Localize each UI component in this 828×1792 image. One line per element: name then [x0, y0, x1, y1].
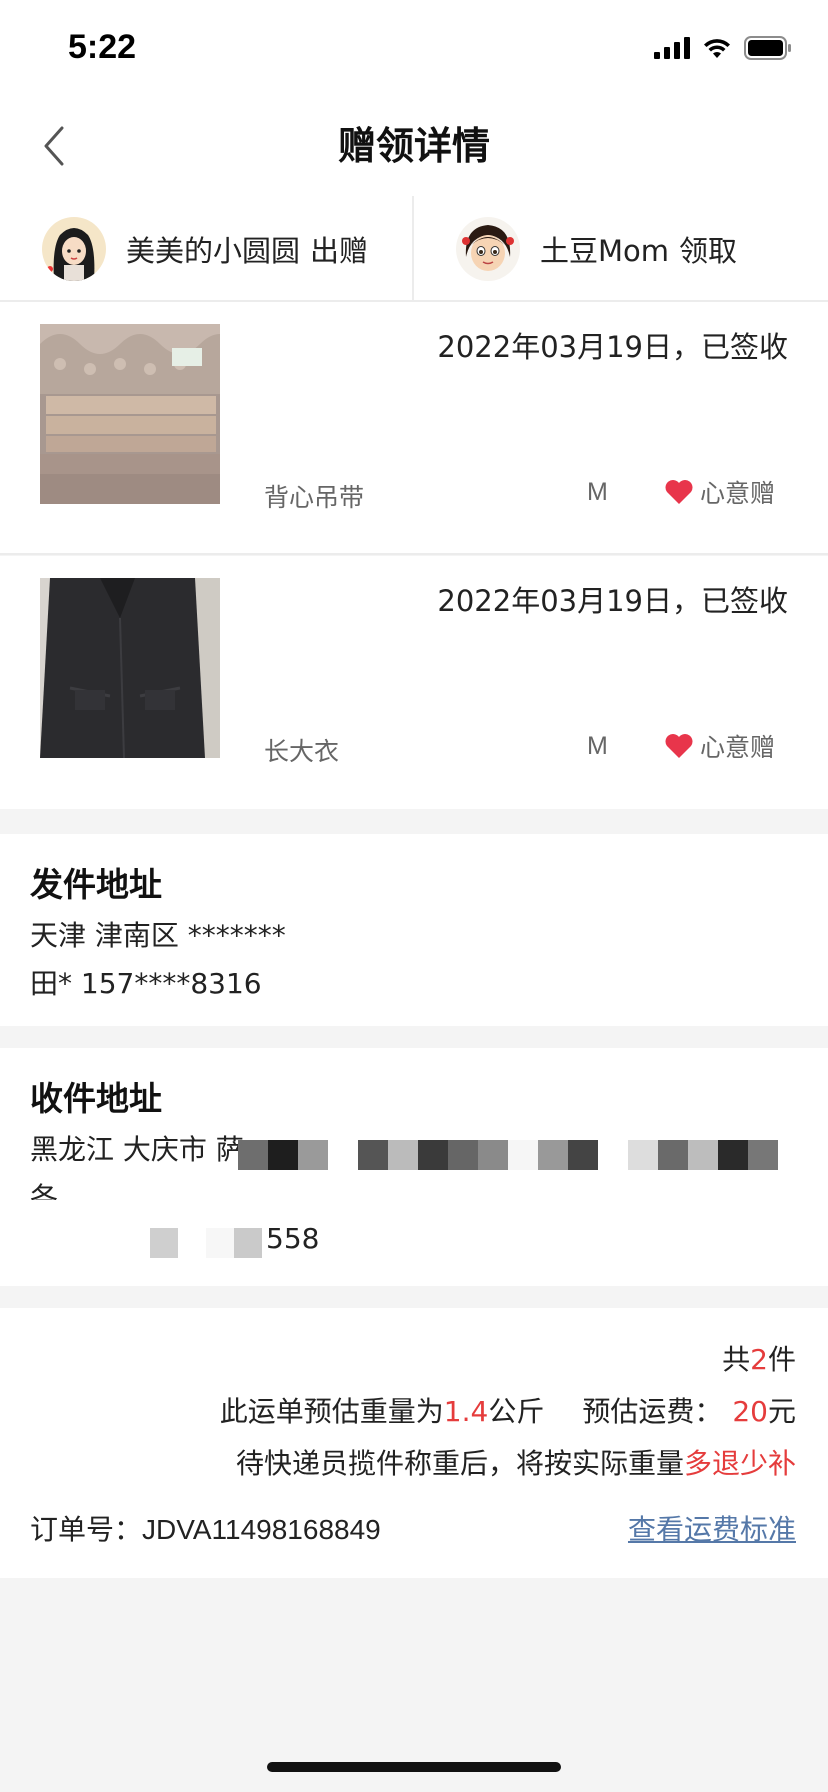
privacy-mosaic: [238, 1140, 778, 1170]
item-type-label: 心意赠: [700, 733, 776, 762]
item-type-badge: 心意赠: [664, 474, 775, 510]
gift-item[interactable]: 2022年03月19日，已签收 背心吊带 M 心意赠: [0, 302, 828, 555]
weight-note-line: 待快递员揽件称重后，将按实际重量多退少补: [236, 1442, 796, 1482]
gift-item[interactable]: 2022年03月19日，已签收 长大衣 M 心意赠: [0, 556, 828, 809]
status-icons: [654, 36, 792, 60]
item-type-label: 心意赠: [700, 479, 776, 508]
note-highlight: 多退少补: [683, 1447, 796, 1480]
receiver-address-line: 黑龙江 大庆市 萨: [30, 1133, 244, 1166]
nav-bar: 赠领详情: [0, 96, 828, 196]
item-name: 背心吊带: [264, 483, 365, 512]
party-divider: [412, 196, 414, 302]
item-size: M: [587, 478, 608, 506]
order-value: JDVA11498168849: [142, 1514, 381, 1545]
item-type-badge: 心意赠: [664, 728, 775, 764]
heart-icon: [665, 480, 693, 504]
page-title: 赠领详情: [337, 124, 490, 168]
giver-role: 出赠: [310, 234, 369, 268]
item-date-status: 2022年03月19日，已签收: [437, 330, 788, 364]
sender-address-card: 发件地址 天津 津南区 ******* 田* 157****8316: [0, 834, 828, 1026]
count-value: 2: [750, 1343, 768, 1376]
note-prefix: 待快递员揽件称重后，将按实际重量: [235, 1447, 684, 1480]
giver-avatar: [42, 217, 106, 281]
home-indicator[interactable]: [267, 1762, 561, 1772]
giver-profile[interactable]: 美美的小圆圆 出赠: [42, 196, 368, 302]
weight-prefix: 此运单预估重量为: [219, 1395, 444, 1428]
receiver-avatar: [456, 217, 520, 281]
shipping-summary: 共2件 此运单预估重量为1.4公斤 预估运费： 20元 待快递员揽件称重后，将按实际…: [0, 1308, 828, 1578]
sender-address-title: 发件地址: [30, 865, 162, 904]
battery-icon: [744, 36, 791, 60]
item-size: M: [587, 732, 608, 760]
receiver-contact-line: 558: [266, 1222, 320, 1255]
receiver-name: 土豆Mom: [540, 234, 670, 268]
weight-fee-line: 此运单预估重量为1.4公斤 预估运费： 20元: [220, 1390, 796, 1430]
item-count: 共2件: [722, 1338, 796, 1378]
weight-unit: 公斤: [488, 1395, 545, 1428]
wifi-icon: [704, 39, 730, 58]
fee-value: 20: [732, 1395, 768, 1428]
fee-standard-link[interactable]: 查看运费标准: [628, 1508, 796, 1548]
order-label: 订单号：: [30, 1513, 143, 1546]
privacy-mosaic: [150, 1228, 262, 1258]
count-prefix: 共: [722, 1343, 751, 1376]
cellular-signal-icon: [654, 37, 690, 59]
parties-row: 美美的小圆圆 出赠 土豆Mom 领取: [0, 196, 828, 302]
item-photo-long-coat: [40, 578, 220, 758]
receiver-address-line2: 各: [30, 1181, 59, 1200]
receiver-address-title: 收件地址: [30, 1079, 162, 1118]
status-time: 5:22: [68, 28, 137, 66]
receiver-role: 领取: [679, 234, 738, 268]
item-photo-camisole: [40, 324, 220, 504]
item-name: 长大衣: [264, 737, 340, 766]
heart-icon: [665, 734, 693, 758]
status-bar: 5:22: [0, 0, 828, 96]
fee-label: 预估运费：: [582, 1395, 723, 1428]
item-date-status: 2022年03月19日，已签收: [437, 584, 788, 618]
receiver-profile[interactable]: 土豆Mom 领取: [456, 196, 737, 302]
sender-address-line: 天津 津南区 *******: [30, 919, 286, 952]
weight-value: 1.4: [443, 1395, 489, 1428]
count-suffix: 件: [767, 1343, 796, 1376]
fee-unit: 元: [767, 1395, 796, 1428]
order-number: 订单号：JDVA11498168849: [30, 1508, 381, 1548]
receiver-address-card: 收件地址 黑龙江 大庆市 萨 各 558: [0, 1048, 828, 1286]
sender-contact-line: 田* 157****8316: [30, 967, 262, 1000]
giver-name: 美美的小圆圆: [126, 234, 301, 268]
